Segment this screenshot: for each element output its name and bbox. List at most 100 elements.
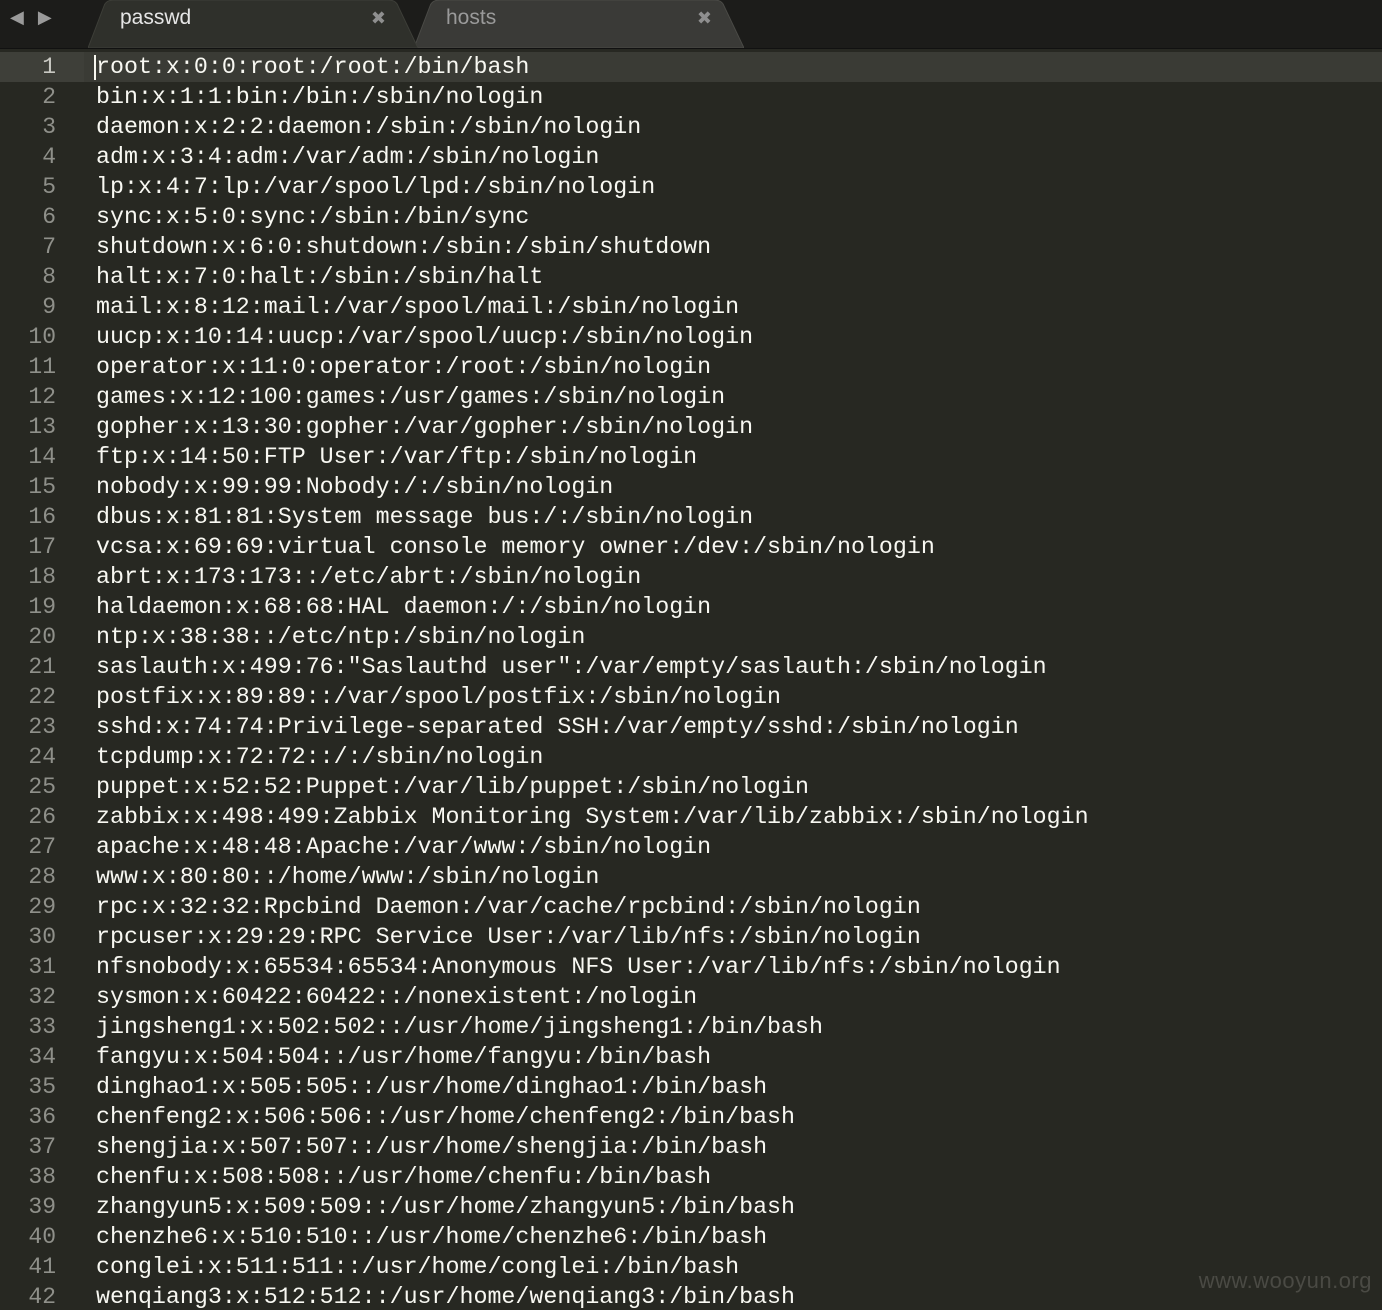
code-line[interactable]: 22 postfix:x:89:89::/var/spool/postfix:/s… — [0, 682, 1382, 712]
code-text[interactable]: gopher:x:13:30:gopher:/var/gopher:/sbin/… — [96, 412, 753, 442]
code-line[interactable]: 42 wenqiang3:x:512:512::/usr/home/wenqian… — [0, 1282, 1382, 1310]
code-text[interactable]: haldaemon:x:68:68:HAL daemon:/:/sbin/nol… — [96, 592, 711, 622]
line-number: 7 — [42, 234, 56, 260]
code-line[interactable]: 33 jingsheng1:x:502:502::/usr/home/jingsh… — [0, 1012, 1382, 1042]
code-text[interactable]: abrt:x:173:173::/etc/abrt:/sbin/nologin — [96, 562, 641, 592]
code-text[interactable]: sshd:x:74:74:Privilege-separated SSH:/va… — [96, 712, 1019, 742]
code-line[interactable]: 15 nobody:x:99:99:Nobody:/:/sbin/nologin — [0, 472, 1382, 502]
code-line[interactable]: 5 lp:x:4:7:lp:/var/spool/lpd:/sbin/nologi… — [0, 172, 1382, 202]
line-number: 5 — [42, 174, 56, 200]
code-text[interactable]: chenzhe6:x:510:510::/usr/home/chenzhe6:/… — [96, 1222, 767, 1252]
code-line[interactable]: 9 mail:x:8:12:mail:/var/spool/mail:/sbin/… — [0, 292, 1382, 322]
code-text[interactable]: sysmon:x:60422:60422::/nonexistent:/nolo… — [96, 982, 697, 1012]
code-text[interactable]: postfix:x:89:89::/var/spool/postfix:/sbi… — [96, 682, 781, 712]
code-text[interactable]: dinghao1:x:505:505::/usr/home/dinghao1:/… — [96, 1072, 767, 1102]
close-icon[interactable]: ✖ — [371, 5, 386, 33]
code-line[interactable]: 1 root:x:0:0:root:/root:/bin/bash — [0, 52, 1382, 82]
code-text[interactable]: sync:x:5:0:sync:/sbin:/bin/sync — [96, 202, 529, 232]
code-editor[interactable]: 1 root:x:0:0:root:/root:/bin/bash 2 bin:x:1… — [0, 52, 1382, 1310]
code-line[interactable]: 18 abrt:x:173:173::/etc/abrt:/sbin/nologi… — [0, 562, 1382, 592]
code-line[interactable]: 41 conglei:x:511:511::/usr/home/conglei:/… — [0, 1252, 1382, 1282]
code-text[interactable]: zabbix:x:498:499:Zabbix Monitoring Syste… — [96, 802, 1089, 832]
code-line[interactable]: 32 sysmon:x:60422:60422::/nonexistent:/no… — [0, 982, 1382, 1012]
code-line[interactable]: 37 shengjia:x:507:507::/usr/home/shengjia… — [0, 1132, 1382, 1162]
code-line[interactable]: 25 puppet:x:52:52:Puppet:/var/lib/puppet:… — [0, 772, 1382, 802]
code-text[interactable]: adm:x:3:4:adm:/var/adm:/sbin/nologin — [96, 142, 599, 172]
code-line[interactable]: 2 bin:x:1:1:bin:/bin:/sbin/nologin — [0, 82, 1382, 112]
code-line[interactable]: 14 ftp:x:14:50:FTP User:/var/ftp:/sbin/no… — [0, 442, 1382, 472]
code-line[interactable]: 6 sync:x:5:0:sync:/sbin:/bin/sync — [0, 202, 1382, 232]
line-number: 14 — [28, 444, 56, 470]
tab-hosts[interactable]: hosts ✖ — [414, 0, 744, 48]
code-line[interactable]: 23 sshd:x:74:74:Privilege-separated SSH:/… — [0, 712, 1382, 742]
code-text[interactable]: games:x:12:100:games:/usr/games:/sbin/no… — [96, 382, 725, 412]
code-text[interactable]: root:x:0:0:root:/root:/bin/bash — [96, 52, 529, 82]
line-number: 17 — [28, 534, 56, 560]
code-text[interactable]: chenfeng2:x:506:506::/usr/home/chenfeng2… — [96, 1102, 795, 1132]
code-text[interactable]: puppet:x:52:52:Puppet:/var/lib/puppet:/s… — [96, 772, 809, 802]
code-line[interactable]: 11 operator:x:11:0:operator:/root:/sbin/n… — [0, 352, 1382, 382]
line-number: 38 — [28, 1164, 56, 1190]
code-text[interactable]: bin:x:1:1:bin:/bin:/sbin/nologin — [96, 82, 543, 112]
code-text[interactable]: fangyu:x:504:504::/usr/home/fangyu:/bin/… — [96, 1042, 711, 1072]
code-line[interactable]: 19 haldaemon:x:68:68:HAL daemon:/:/sbin/n… — [0, 592, 1382, 622]
code-text[interactable]: ntp:x:38:38::/etc/ntp:/sbin/nologin — [96, 622, 585, 652]
code-text[interactable]: www:x:80:80::/home/www:/sbin/nologin — [96, 862, 599, 892]
code-line[interactable]: 4 adm:x:3:4:adm:/var/adm:/sbin/nologin — [0, 142, 1382, 172]
code-line[interactable]: 7 shutdown:x:6:0:shutdown:/sbin:/sbin/shu… — [0, 232, 1382, 262]
code-text[interactable]: operator:x:11:0:operator:/root:/sbin/nol… — [96, 352, 711, 382]
code-line[interactable]: 26 zabbix:x:498:499:Zabbix Monitoring Sys… — [0, 802, 1382, 832]
back-arrow-icon[interactable]: ◀ — [10, 7, 24, 28]
code-line[interactable]: 39 zhangyun5:x:509:509::/usr/home/zhangyu… — [0, 1192, 1382, 1222]
line-number: 15 — [28, 474, 56, 500]
code-text[interactable]: tcpdump:x:72:72::/:/sbin/nologin — [96, 742, 543, 772]
code-text[interactable]: zhangyun5:x:509:509::/usr/home/zhangyun5… — [96, 1192, 795, 1222]
code-text[interactable]: nfsnobody:x:65534:65534:Anonymous NFS Us… — [96, 952, 1061, 982]
code-text[interactable]: chenfu:x:508:508::/usr/home/chenfu:/bin/… — [96, 1162, 711, 1192]
code-text[interactable]: ftp:x:14:50:FTP User:/var/ftp:/sbin/nolo… — [96, 442, 697, 472]
code-line[interactable]: 17 vcsa:x:69:69:virtual console memory ow… — [0, 532, 1382, 562]
code-text[interactable]: shengjia:x:507:507::/usr/home/shengjia:/… — [96, 1132, 767, 1162]
code-line[interactable]: 3 daemon:x:2:2:daemon:/sbin:/sbin/nologin — [0, 112, 1382, 142]
code-text[interactable]: mail:x:8:12:mail:/var/spool/mail:/sbin/n… — [96, 292, 739, 322]
line-number: 26 — [28, 804, 56, 830]
code-line[interactable]: 27 apache:x:48:48:Apache:/var/www:/sbin/n… — [0, 832, 1382, 862]
code-line[interactable]: 16 dbus:x:81:81:System message bus:/:/sbi… — [0, 502, 1382, 532]
tab-passwd[interactable]: passwd ✖ — [88, 0, 418, 48]
code-text[interactable]: jingsheng1:x:502:502::/usr/home/jingshen… — [96, 1012, 823, 1042]
close-icon[interactable]: ✖ — [697, 5, 712, 33]
code-text[interactable]: saslauth:x:499:76:"Saslauthd user":/var/… — [96, 652, 1047, 682]
code-text[interactable]: halt:x:7:0:halt:/sbin:/sbin/halt — [96, 262, 543, 292]
code-line[interactable]: 40 chenzhe6:x:510:510::/usr/home/chenzhe6… — [0, 1222, 1382, 1252]
code-text[interactable]: dbus:x:81:81:System message bus:/:/sbin/… — [96, 502, 753, 532]
code-line[interactable]: 30 rpcuser:x:29:29:RPC Service User:/var/… — [0, 922, 1382, 952]
code-line[interactable]: 35 dinghao1:x:505:505::/usr/home/dinghao1… — [0, 1072, 1382, 1102]
code-text[interactable]: rpc:x:32:32:Rpcbind Daemon:/var/cache/rp… — [96, 892, 921, 922]
code-line[interactable]: 8 halt:x:7:0:halt:/sbin:/sbin/halt — [0, 262, 1382, 292]
code-line[interactable]: 36 chenfeng2:x:506:506::/usr/home/chenfen… — [0, 1102, 1382, 1132]
code-line[interactable]: 34 fangyu:x:504:504::/usr/home/fangyu:/bi… — [0, 1042, 1382, 1072]
code-text[interactable]: wenqiang3:x:512:512::/usr/home/wenqiang3… — [96, 1282, 795, 1310]
code-text[interactable]: lp:x:4:7:lp:/var/spool/lpd:/sbin/nologin — [96, 172, 655, 202]
code-line[interactable]: 24 tcpdump:x:72:72::/:/sbin/nologin — [0, 742, 1382, 772]
code-line[interactable]: 12 games:x:12:100:games:/usr/games:/sbin/… — [0, 382, 1382, 412]
code-line[interactable]: 31 nfsnobody:x:65534:65534:Anonymous NFS … — [0, 952, 1382, 982]
code-text[interactable]: nobody:x:99:99:Nobody:/:/sbin/nologin — [96, 472, 613, 502]
code-line[interactable]: 38 chenfu:x:508:508::/usr/home/chenfu:/bi… — [0, 1162, 1382, 1192]
forward-arrow-icon[interactable]: ▶ — [38, 7, 52, 28]
code-text[interactable]: rpcuser:x:29:29:RPC Service User:/var/li… — [96, 922, 921, 952]
code-text[interactable]: uucp:x:10:14:uucp:/var/spool/uucp:/sbin/… — [96, 322, 753, 352]
code-text[interactable]: daemon:x:2:2:daemon:/sbin:/sbin/nologin — [96, 112, 641, 142]
code-line[interactable]: 10 uucp:x:10:14:uucp:/var/spool/uucp:/sbi… — [0, 322, 1382, 352]
code-text[interactable]: vcsa:x:69:69:virtual console memory owne… — [96, 532, 935, 562]
code-line[interactable]: 20 ntp:x:38:38::/etc/ntp:/sbin/nologin — [0, 622, 1382, 652]
line-number: 19 — [28, 594, 56, 620]
line-number: 22 — [28, 684, 56, 710]
code-line[interactable]: 28 www:x:80:80::/home/www:/sbin/nologin — [0, 862, 1382, 892]
code-text[interactable]: conglei:x:511:511::/usr/home/conglei:/bi… — [96, 1252, 739, 1282]
code-line[interactable]: 13 gopher:x:13:30:gopher:/var/gopher:/sbi… — [0, 412, 1382, 442]
code-text[interactable]: apache:x:48:48:Apache:/var/www:/sbin/nol… — [96, 832, 711, 862]
code-text[interactable]: shutdown:x:6:0:shutdown:/sbin:/sbin/shut… — [96, 232, 711, 262]
code-line[interactable]: 21 saslauth:x:499:76:"Saslauthd user":/va… — [0, 652, 1382, 682]
code-line[interactable]: 29 rpc:x:32:32:Rpcbind Daemon:/var/cache/… — [0, 892, 1382, 922]
